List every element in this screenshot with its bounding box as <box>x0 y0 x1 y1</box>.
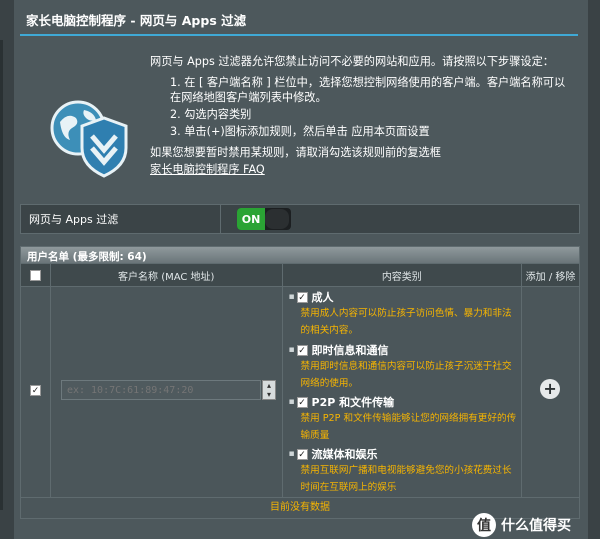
category-description: 禁用 P2P 和文件传输能够让您的网络拥有更好的传输质量 <box>300 413 517 441</box>
category-checkbox[interactable]: ✓ <box>296 448 308 460</box>
client-dropdown-button[interactable]: ▴ ▾ <box>261 380 276 400</box>
category-item: ▪ ✓ 流媒体和娱乐 禁用互联网广播和电视能够避免您的小孩花费过长时间在互联网上… <box>289 446 519 496</box>
category-checkbox[interactable]: ✓ <box>296 396 308 408</box>
filter-toggle-row: 网页与 Apps 过滤 ON <box>20 204 580 234</box>
category-checkbox[interactable]: ✓ <box>296 291 308 303</box>
category-description: 禁用互联网广播和电视能够避免您的小孩花费过长时间在互联网上的娱乐 <box>300 465 512 493</box>
main-panel: 家长电脑控制程序 - 网页与 Apps 过滤 网页与 Apps 过滤器允许您禁止… <box>14 0 588 539</box>
left-edge-notch <box>0 40 3 510</box>
category-item: ▪ ✓ 成人 禁用成人内容可以防止孩子访问色情、暴力和非法的相关内容。 <box>289 289 519 339</box>
column-header-client: 客户名称 (MAC 地址) <box>51 264 283 286</box>
category-head: ▪ ✓ 流媒体和娱乐 <box>289 446 519 462</box>
select-all-checkbox[interactable] <box>29 269 41 281</box>
intro-text: 网页与 Apps 过滤器允许您禁止访问不必要的网站和应用。请按照以下步骤设定： … <box>150 54 570 177</box>
column-header-row: 客户名称 (MAC 地址) 内容类别 添加 / 移除 <box>20 264 580 286</box>
category-item: ▪ ✓ 即时信息和通信 禁用即时信息和通信内容可以防止孩子沉迷于社交网络的使用。 <box>289 342 519 392</box>
filter-toggle-switch[interactable]: ON <box>237 208 291 230</box>
filter-toggle-label: 网页与 Apps 过滤 <box>21 205 221 233</box>
step-item: 1. 在 [ 客户端名称 ] 栏位中，选择您想控制网络使用的客户端。客户端名称可… <box>170 76 566 104</box>
step-item: 2. 勾选内容类别 <box>170 108 252 121</box>
watermark: 值 什么值得买 <box>472 510 600 539</box>
select-all-cell <box>21 264 51 286</box>
client-list-table: 用户名单 (最多限制: 64) 客户名称 (MAC 地址) 内容类别 添加 / … <box>20 246 580 519</box>
watermark-logo-icon: 值 <box>472 512 496 537</box>
category-head: ▪ ✓ P2P 和文件传输 <box>289 394 519 410</box>
category-title: 即时信息和通信 <box>311 344 389 357</box>
page-title: 家长电脑控制程序 - 网页与 Apps 过滤 <box>26 13 247 28</box>
category-head: ▪ ✓ 成人 <box>289 289 519 305</box>
category-title: 成人 <box>311 291 334 304</box>
client-list-header: 用户名单 (最多限制: 64) <box>20 246 580 264</box>
expand-bullet-icon[interactable]: ▪ <box>289 449 297 459</box>
intro-description: 网页与 Apps 过滤器允许您禁止访问不必要的网站和应用。请按照以下步骤设定： <box>150 55 554 68</box>
input-row: ✓ ▴▾ ▪ ✓ 成人 禁用成人内容可以防止孩子访问色情、暴力和非法的相关内容。 <box>20 286 580 497</box>
intro-section: 网页与 Apps 过滤器允许您禁止访问不必要的网站和应用。请按照以下步骤设定： … <box>14 36 588 196</box>
row-select-cell: ✓ <box>21 287 51 497</box>
web-filter-shield-icon <box>50 100 128 178</box>
column-header-action: 添加 / 移除 <box>522 264 580 286</box>
action-cell: + <box>522 287 580 497</box>
note-text: 如果您想要暂时禁用某规则，请取消勾选该规则前的复选框 <box>150 146 441 159</box>
expand-bullet-icon[interactable]: ▪ <box>289 292 297 302</box>
category-item: ▪ ✓ P2P 和文件传输 禁用 P2P 和文件传输能够让您的网络拥有更好的传输… <box>289 394 519 444</box>
left-edge <box>0 0 14 539</box>
client-name-cell: ▴▾ <box>51 287 283 497</box>
category-head: ▪ ✓ 即时信息和通信 <box>289 342 519 358</box>
category-cell: ▪ ✓ 成人 禁用成人内容可以防止孩子访问色情、暴力和非法的相关内容。 ▪ ✓ … <box>283 287 523 497</box>
add-rule-icon[interactable]: + <box>540 379 561 399</box>
category-title: 流媒体和娱乐 <box>311 448 378 461</box>
column-header-category: 内容类别 <box>283 264 523 286</box>
category-description: 禁用即时信息和通信内容可以防止孩子沉迷于社交网络的使用。 <box>300 361 512 389</box>
intro-note: 如果您想要暂时禁用某规则，请取消勾选该规则前的复选框 <box>150 145 570 160</box>
category-title: P2P 和文件传输 <box>311 396 395 409</box>
client-mac-input[interactable] <box>60 380 261 400</box>
faq-link[interactable]: 家长电脑控制程序 FAQ <box>150 163 265 176</box>
expand-bullet-icon[interactable]: ▪ <box>289 345 297 355</box>
category-description: 禁用成人内容可以防止孩子访问色情、暴力和非法的相关内容。 <box>300 308 512 336</box>
watermark-text: 什么值得买 <box>501 517 571 534</box>
row-checkbox[interactable]: ✓ <box>30 385 41 396</box>
expand-bullet-icon[interactable]: ▪ <box>289 397 297 407</box>
steps-list: 1. 在 [ 客户端名称 ] 栏位中，选择您想控制网络使用的客户端。客户端名称可… <box>150 75 570 139</box>
plus-glyph: + <box>543 379 557 398</box>
switch-on-label: ON <box>237 208 265 230</box>
right-edge <box>588 0 600 539</box>
category-checkbox[interactable]: ✓ <box>296 344 308 356</box>
step-item: 3. 单击(+)图标添加规则，然后单击 应用本页面设置 <box>170 125 430 138</box>
switch-knob <box>265 209 289 229</box>
